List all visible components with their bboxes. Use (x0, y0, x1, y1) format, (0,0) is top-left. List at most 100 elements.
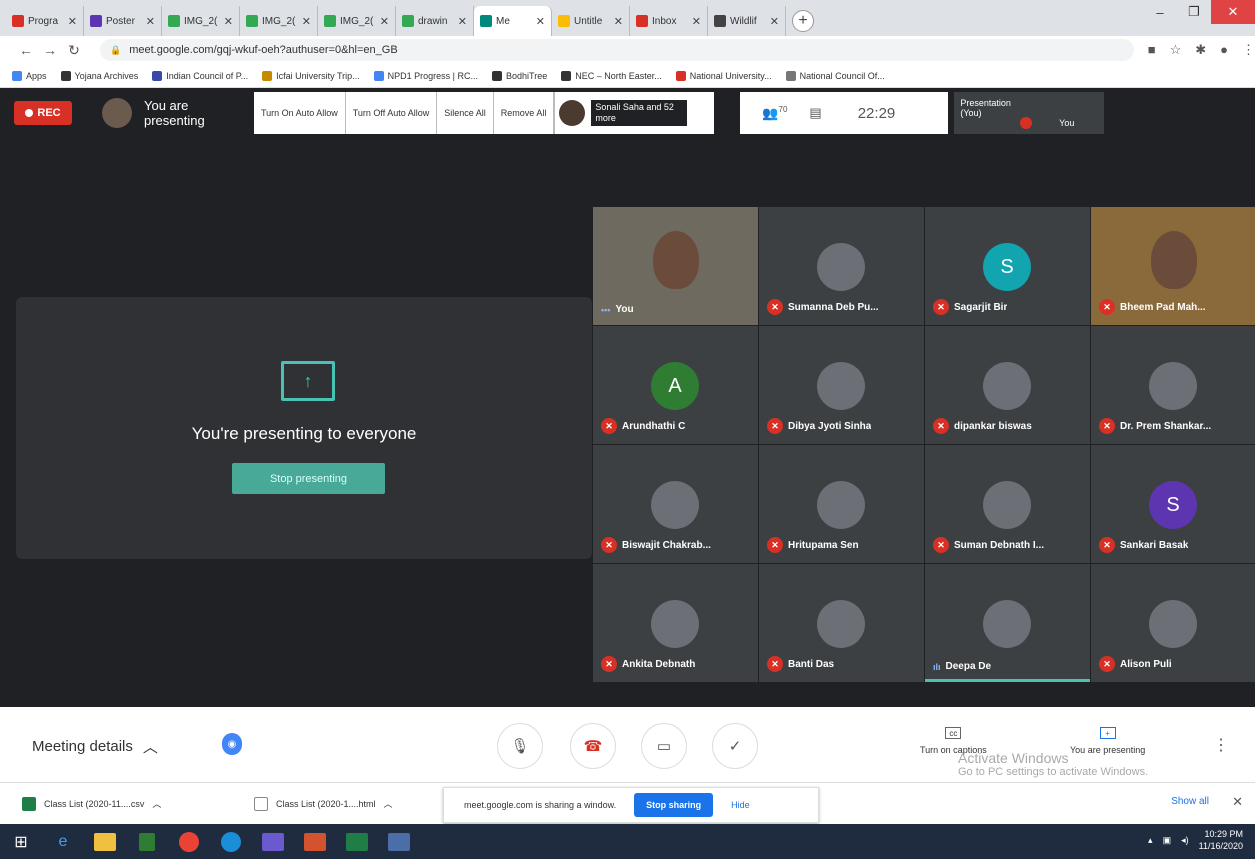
powerpoint-icon[interactable] (294, 824, 336, 859)
participant-tile[interactable]: ✕ Suman Debnath I... (925, 445, 1090, 563)
camera-toggle-button[interactable]: ▭ (641, 723, 687, 769)
checkmark-button[interactable]: ✓ (712, 723, 758, 769)
extension-button[interactable]: Turn On Auto Allow (254, 92, 346, 134)
camera-icon[interactable]: ■ (1148, 42, 1156, 58)
stop-sharing-button[interactable]: Stop sharing (634, 793, 714, 817)
show-all-downloads[interactable]: Show all (1171, 796, 1209, 807)
close-icon[interactable]: ✕ (380, 15, 389, 28)
browser-tab[interactable]: IMG_2(✕ (318, 6, 396, 36)
participant-tile[interactable]: ✕ Dr. Prem Shankar... (1091, 326, 1255, 444)
participants-icon[interactable]: 👥70 (762, 105, 787, 121)
app-window-icon[interactable] (378, 824, 420, 859)
store-icon[interactable] (126, 824, 168, 859)
close-icon[interactable]: ✕ (1232, 794, 1243, 810)
participant-tile[interactable]: ✕ Banti Das (759, 564, 924, 682)
participant-tile[interactable]: A ✕ Arundhathi C (593, 326, 758, 444)
profile-avatar[interactable]: ● (1220, 42, 1228, 58)
star-icon[interactable]: ☆ (1170, 42, 1182, 58)
close-icon[interactable]: ✕ (536, 15, 545, 28)
browser-tab[interactable]: Inbox ✕ (630, 6, 708, 36)
participant-tile[interactable]: ✕ Biswajit Chakrab... (593, 445, 758, 563)
url-field[interactable]: 🔒 meet.google.com/gqj-wkuf-oeh?authuser=… (100, 39, 1134, 61)
extension-button[interactable]: Silence All (437, 92, 494, 134)
extension-button[interactable]: Remove All (494, 92, 555, 134)
participant-tile[interactable]: ✕ Ankita Debnath (593, 564, 758, 682)
self-presentation-tile[interactable]: Presentation (You) You (954, 92, 1105, 134)
hide-button[interactable]: Hide (731, 800, 750, 810)
browser-tab[interactable]: Poster ✕ (84, 6, 162, 36)
bookmark-item[interactable]: NEC – North Easter... (561, 70, 662, 81)
bookmark-item[interactable]: National University... (675, 70, 772, 81)
tray-arrow-icon[interactable]: ▴ (1148, 835, 1153, 846)
chrome-icon[interactable] (168, 824, 210, 859)
chevron-up-icon[interactable]: ︿ (384, 797, 393, 810)
participant-tile[interactable]: ✕ Bheem Pad Mah... (1091, 207, 1255, 325)
more-options-icon[interactable]: ⋮ (1213, 735, 1229, 755)
edge-icon[interactable] (210, 824, 252, 859)
new-tab-button[interactable]: + (792, 10, 814, 32)
extension-button[interactable]: Turn Off Auto Allow (346, 92, 438, 134)
reload-icon[interactable]: ↻ (62, 42, 86, 59)
browser-tab[interactable]: Progra ✕ (6, 6, 84, 36)
browser-tab[interactable]: drawin ✕ (396, 6, 474, 36)
close-icon[interactable]: ✕ (458, 15, 467, 28)
bookmark-item[interactable]: Indian Council of P... (152, 70, 249, 81)
close-icon[interactable]: ✕ (68, 15, 77, 28)
forward-icon[interactable]: → (38, 42, 62, 58)
menu-icon[interactable]: ⋮ (1242, 42, 1255, 58)
close-icon[interactable]: ✕ (146, 15, 155, 28)
bookmark-item[interactable]: NPD1 Progress | RC... (373, 70, 478, 81)
taskbar-clock[interactable]: 10:29 PM 11/16/2020 (1199, 828, 1243, 852)
participant-tile[interactable]: S ✕ Sagarjit Bir (925, 207, 1090, 325)
avatar (817, 362, 865, 410)
windows-start-icon[interactable]: ⊞ (0, 824, 42, 859)
participant-tile[interactable]: ✕ Sumanna Deb Pu... (759, 207, 924, 325)
participant-name-text: Dibya Jyoti Sinha (788, 420, 872, 432)
close-window-button[interactable]: ✕ (1211, 0, 1255, 24)
browser-tab[interactable]: IMG_2(✕ (162, 6, 240, 36)
extensions-icon[interactable]: ✱ (1195, 42, 1206, 58)
browser-tab[interactable]: Wildlif ✕ (708, 6, 786, 36)
participant-tile[interactable]: ••• You (593, 207, 758, 325)
browser-tab[interactable]: IMG_2(✕ (240, 6, 318, 36)
download-item[interactable]: Class List (2020-11....csv ︿ (22, 796, 232, 811)
file-explorer-icon[interactable] (84, 824, 126, 859)
bookmark-item[interactable]: Icfai University Trip... (262, 70, 360, 81)
participant-tile[interactable]: ✕ Hritupama Sen (759, 445, 924, 563)
volume-icon[interactable]: ◂) (1181, 835, 1189, 846)
maximize-button[interactable]: ❐ (1177, 0, 1211, 24)
shield-icon[interactable]: ◉ (222, 733, 242, 755)
browser-tab[interactable]: Untitle ✕ (552, 6, 630, 36)
photos-icon[interactable] (252, 824, 294, 859)
close-icon[interactable]: ✕ (302, 15, 311, 28)
back-icon[interactable]: ← (14, 42, 38, 58)
participant-tile[interactable]: ılı Deepa De (925, 564, 1090, 682)
chevron-up-icon[interactable]: ︿ (152, 797, 161, 810)
bookmark-item[interactable]: Apps (12, 70, 47, 81)
minimize-button[interactable]: – (1143, 0, 1177, 24)
bookmark-label: Indian Council of P... (166, 70, 249, 81)
participant-tile[interactable]: S ✕ Sankari Basak (1091, 445, 1255, 563)
chat-icon[interactable]: ▤ (809, 105, 821, 121)
participant-tile[interactable]: ✕ Alison Puli (1091, 564, 1255, 682)
people-summary[interactable]: Sonali Saha and 52 more (554, 92, 715, 134)
leave-call-button[interactable]: ☎ (570, 723, 616, 769)
stop-presenting-button[interactable]: Stop presenting (232, 463, 385, 494)
internet-explorer-icon[interactable]: e (42, 824, 84, 859)
bookmark-item[interactable]: BodhiTree (492, 70, 547, 81)
participant-tile[interactable]: ✕ dipankar biswas (925, 326, 1090, 444)
close-icon[interactable]: ✕ (614, 15, 623, 28)
network-icon[interactable]: ▣ (1163, 835, 1172, 846)
avatar: A (651, 362, 699, 410)
browser-tab[interactable]: Me ✕ (474, 6, 552, 36)
participant-tile[interactable]: ✕ Dibya Jyoti Sinha (759, 326, 924, 444)
meeting-details-button[interactable]: Meeting details ︿ (32, 736, 158, 757)
bookmark-item[interactable]: Yojana Archives (60, 70, 138, 81)
bookmark-item[interactable]: National Council Of... (785, 70, 885, 81)
close-icon[interactable]: ✕ (692, 15, 701, 28)
excel-icon[interactable] (336, 824, 378, 859)
download-item[interactable]: Class List (2020-1....html ︿ (254, 796, 464, 811)
mic-toggle-button[interactable]: 🎙 (497, 723, 543, 769)
close-icon[interactable]: ✕ (224, 15, 233, 28)
close-icon[interactable]: ✕ (770, 15, 779, 28)
